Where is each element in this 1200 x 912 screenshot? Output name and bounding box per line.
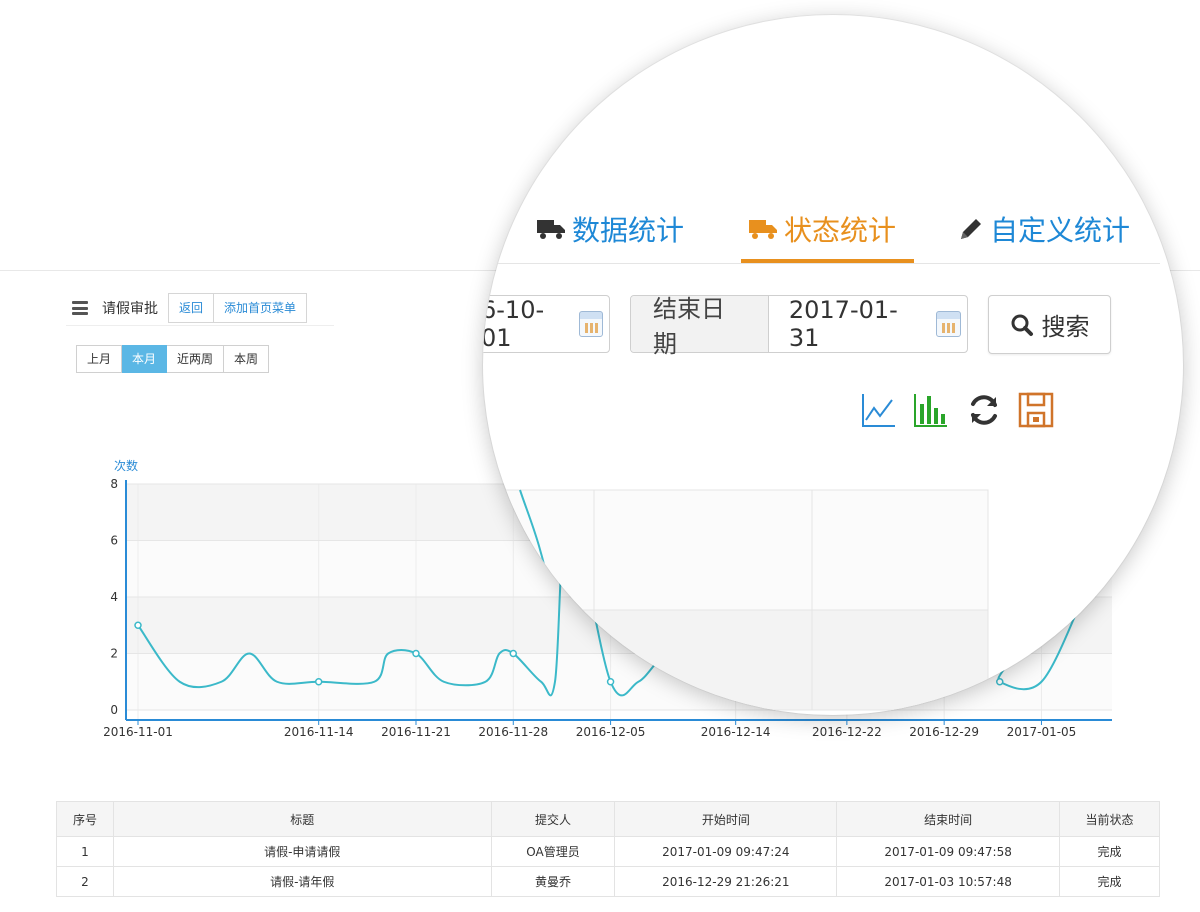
header-divider (66, 325, 334, 326)
page-header: 请假审批 返回 添加首页菜单 (72, 293, 308, 323)
x-tick-label: 2016-11-21 (381, 725, 451, 739)
table-cell: 2016-12-29 21:26:21 (614, 866, 838, 897)
column-header: 当前状态 (1059, 801, 1160, 837)
back-button[interactable]: 返回 (168, 293, 215, 323)
data-point (412, 649, 420, 658)
table-cell: 2017-01-09 09:47:58 (836, 836, 1061, 867)
x-tick-label: 2016-12-14 (701, 725, 771, 739)
magnified-plot-band (489, 609, 989, 711)
table-cell: 2017-01-09 09:47:24 (614, 836, 838, 867)
period-selector: 上月 本月 近两周 本周 (76, 345, 270, 373)
x-tick-label: 2016-12-22 (812, 725, 882, 739)
period-two-weeks-button[interactable]: 近两周 (167, 345, 225, 373)
list-icon (72, 301, 88, 315)
table-header-row: 序号 标题 提交人 开始时间 结束时间 当前状态 (56, 801, 1160, 837)
table-cell: 黄曼乔 (490, 866, 616, 897)
x-tick-label: 2016-12-29 (909, 725, 979, 739)
y-tick-label: 8 (110, 477, 118, 491)
table-cell: 完成 (1059, 836, 1160, 867)
table-cell: OA管理员 (490, 836, 616, 867)
x-tick-label: 2017-01-05 (1007, 725, 1077, 739)
magnified-plot-band (489, 489, 989, 611)
x-tick-label: 2016-11-28 (478, 725, 548, 739)
period-this-month-button[interactable]: 本月 (122, 345, 168, 373)
y-axis-label: 次数 (114, 458, 138, 473)
magnifier-lens: 数据统计 状态统计 自定义统计 6-10-01 结束日期 2017-01-31 (483, 15, 1183, 715)
table-cell: 请假-申请请假 (112, 836, 492, 867)
y-tick-label: 0 (110, 703, 118, 717)
column-header: 序号 (56, 801, 114, 837)
data-point (134, 621, 142, 629)
table-row[interactable]: 2 请假-请年假 黄曼乔 2016-12-29 21:26:21 2017-01… (56, 866, 1160, 897)
y-tick-label: 4 (110, 590, 118, 604)
magnified-chart-area (489, 489, 989, 711)
data-point (314, 678, 323, 686)
table-cell: 2 (56, 866, 114, 897)
x-tick-label: 2016-11-14 (284, 725, 354, 739)
y-tick-label: 6 (110, 534, 118, 548)
period-last-month-button[interactable]: 上月 (76, 345, 123, 373)
period-this-week-button[interactable]: 本周 (224, 345, 270, 373)
table-cell: 1 (56, 836, 114, 867)
column-header: 标题 (112, 801, 492, 837)
table-row[interactable]: 1 请假-申请请假 OA管理员 2017-01-09 09:47:24 2017… (56, 836, 1160, 867)
add-home-menu-button[interactable]: 添加首页菜单 (214, 293, 308, 323)
column-header: 结束时间 (836, 801, 1061, 837)
table-cell: 2017-01-03 10:57:48 (836, 866, 1061, 897)
y-tick-label: 2 (110, 647, 118, 661)
table-cell: 请假-请年假 (112, 866, 492, 897)
table-cell: 完成 (1059, 866, 1160, 897)
x-tick-label: 2016-12-05 (576, 725, 646, 739)
column-header: 提交人 (490, 801, 616, 837)
x-tick-label: 2016-11-01 (103, 725, 173, 739)
page-title: 请假审批 (102, 301, 158, 317)
approval-table: 序号 标题 提交人 开始时间 结束时间 当前状态 1 请假-申请请假 OA管理员… (56, 801, 1160, 897)
column-header: 开始时间 (614, 801, 838, 837)
